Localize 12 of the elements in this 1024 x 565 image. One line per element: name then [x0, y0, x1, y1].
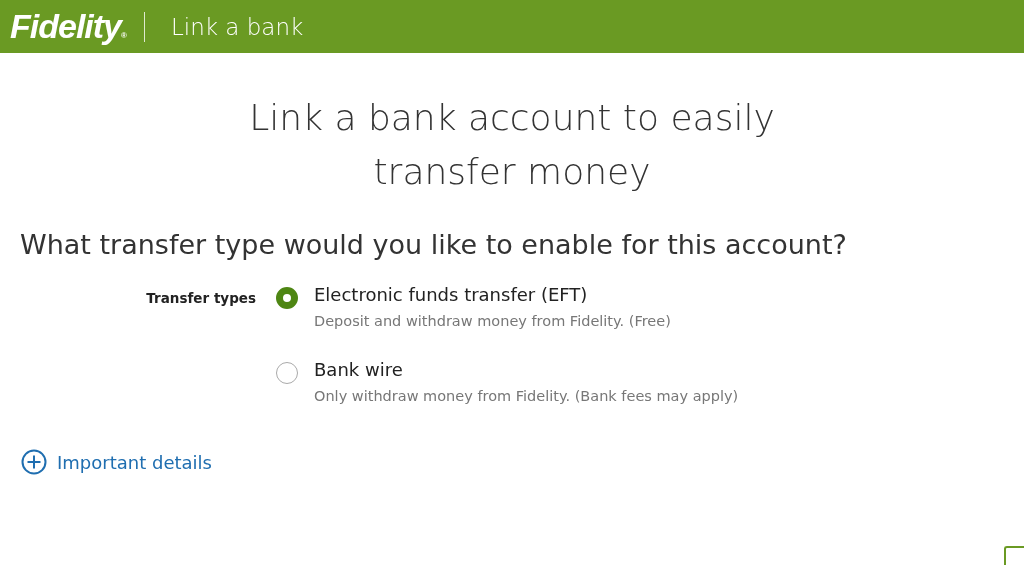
page-heading: Link a bank account to easily transfer money	[248, 96, 776, 194]
expand-icon[interactable]	[21, 449, 47, 475]
card-edge	[1004, 546, 1024, 565]
radio-button[interactable]	[276, 287, 298, 309]
header-title: Link a bank	[170, 13, 304, 40]
option-label[interactable]: Bank wire	[314, 359, 739, 380]
question-text: What transfer type would you like to enable for this account?	[20, 229, 848, 260]
field-label: Transfer types	[145, 289, 256, 308]
option-description: Only withdraw money from Fidelity. (Bank fees may apply)	[314, 388, 739, 404]
option-description: Deposit and withdraw money from Fidelity. (Free)	[314, 313, 671, 329]
option-label[interactable]: Electronic funds transfer (EFT)	[314, 284, 671, 305]
details-link[interactable]: Important details	[57, 451, 212, 473]
